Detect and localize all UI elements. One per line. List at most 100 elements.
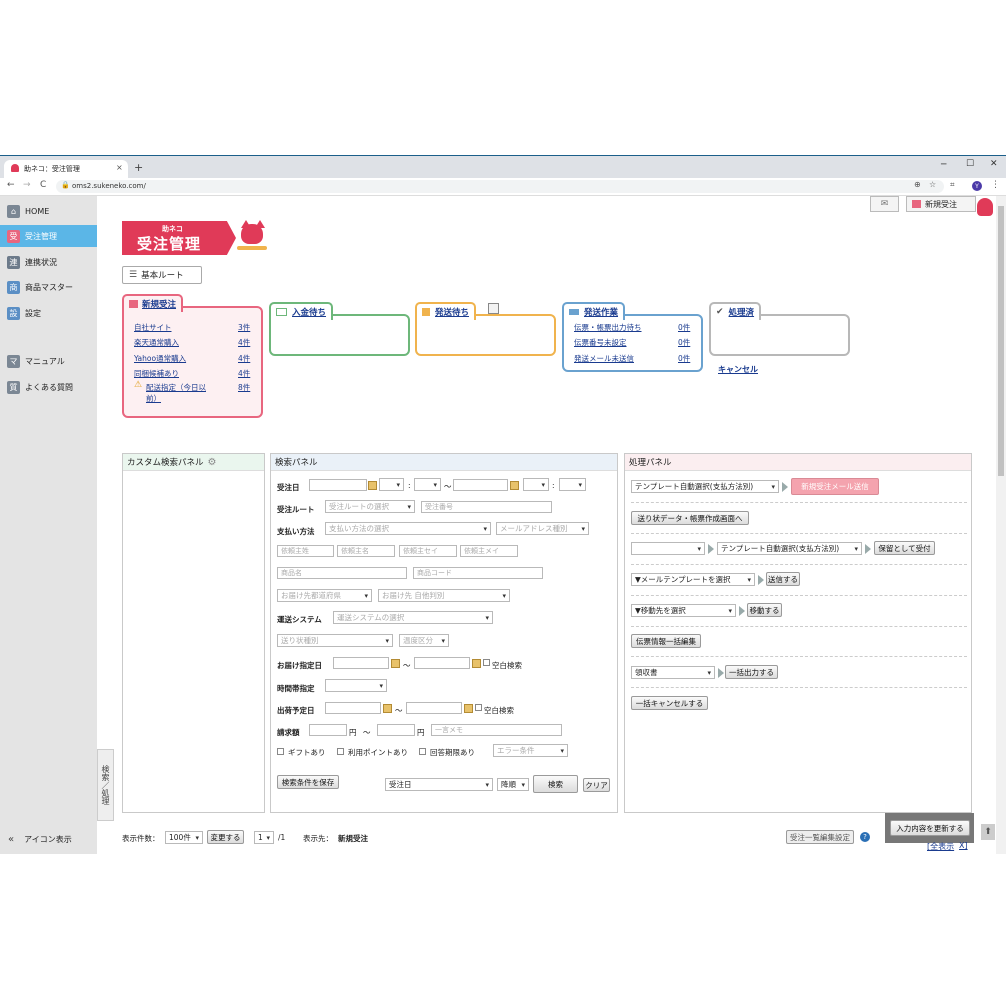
status-select[interactable] — [631, 542, 705, 555]
browser-tab[interactable]: 助ネコ：受注管理 × — [4, 160, 128, 178]
zoom-icon[interactable]: ⊕ — [914, 180, 921, 189]
client-last-kana-input[interactable]: 依頼主セイ — [399, 545, 457, 557]
link-rakuten[interactable]: 楽天通常購入 — [134, 337, 179, 348]
blank-search-checkbox[interactable] — [483, 659, 490, 666]
delivery-date-from[interactable] — [333, 657, 389, 669]
extension-icon[interactable]: ⌗ — [950, 180, 955, 190]
search-button[interactable]: 検索 — [533, 775, 578, 793]
show-all-link[interactable]: [全表示 — [927, 841, 954, 852]
save-condition-button[interactable]: 検索条件を保存 — [277, 775, 339, 789]
page-select[interactable]: 1 — [254, 831, 274, 844]
blank-search-checkbox[interactable] — [475, 704, 482, 711]
count-slip-number-unset[interactable]: 0件 — [678, 337, 690, 348]
bulk-output-button[interactable]: 一括出力する — [725, 665, 778, 679]
sidebar-item-sync[interactable]: 連 連携状況 — [0, 251, 97, 273]
gift-checkbox[interactable] — [277, 748, 284, 755]
client-first-kana-input[interactable]: 依頼主メイ — [460, 545, 518, 557]
count-delivery-today[interactable]: 8件 — [238, 382, 250, 393]
product-code-input[interactable]: 商品コード — [413, 567, 543, 579]
temperature-select[interactable]: 温度区分 — [399, 634, 449, 647]
card-tab-shipping-work[interactable]: 発送作業 — [562, 302, 626, 320]
calendar-icon[interactable] — [472, 659, 481, 668]
link-own-site[interactable]: 自社サイト — [134, 322, 172, 333]
count-select[interactable]: 100件 — [165, 831, 203, 844]
calendar-icon[interactable] — [510, 481, 519, 490]
slip-data-screen-button[interactable]: 送り状データ・帳票作成画面へ — [631, 511, 749, 525]
count-own-site[interactable]: 3件 — [238, 322, 250, 333]
mail-type-select[interactable]: メールアドレス種別 — [496, 522, 589, 535]
amount-from-input[interactable] — [309, 724, 347, 736]
card-title-payment[interactable]: 入金待ち — [292, 306, 326, 318]
count-bundle[interactable]: 4件 — [238, 368, 250, 379]
page-scrollbar[interactable] — [996, 196, 1006, 854]
help-icon[interactable]: ? — [860, 832, 870, 842]
new-order-button[interactable]: 新規受注 — [906, 196, 976, 212]
destination-type-select[interactable]: お届け先 自他判別 — [378, 589, 510, 602]
card-tab-shipping-wait[interactable]: 発送待ち — [415, 302, 477, 320]
card-tab-done[interactable]: ✔ 処理済 — [709, 302, 762, 320]
ship-date-from[interactable] — [325, 702, 381, 714]
new-tab-button[interactable]: + — [134, 161, 143, 174]
order-minute-from[interactable] — [414, 478, 441, 491]
route-selector-button[interactable]: ☰ 基本ルート — [122, 266, 202, 284]
scrollbar-thumb[interactable] — [998, 206, 1004, 476]
card-tab-payment[interactable]: 入金待ち — [269, 302, 334, 320]
memo-input[interactable]: 一言メモ — [431, 724, 562, 736]
tab-close-icon[interactable]: × — [116, 163, 123, 172]
gear-icon[interactable]: ⚙ — [208, 457, 217, 468]
link-slip-output-wait[interactable]: 伝票・帳票出力待ち — [574, 322, 642, 333]
mail-template-select[interactable]: ▼メールテンプレートを選択 — [631, 573, 755, 586]
bookmark-star-icon[interactable]: ☆ — [929, 180, 936, 189]
hold-accept-button[interactable]: 保留として受付 — [874, 541, 935, 555]
link-mail-unsent[interactable]: 発送メール未送信 — [574, 353, 634, 364]
receipt-select[interactable]: 領収書 — [631, 666, 715, 679]
ship-date-to[interactable] — [406, 702, 462, 714]
profile-avatar[interactable]: Y — [972, 181, 982, 191]
card-title-new[interactable]: 新規受注 — [142, 298, 176, 310]
slip-type-select[interactable]: 送り状種別 — [277, 634, 393, 647]
order-number-input[interactable]: 受注番号 — [421, 501, 552, 513]
template-auto-select[interactable]: テンプレート自動選択(支払方法別) — [631, 480, 779, 493]
calendar-icon[interactable] — [383, 704, 392, 713]
url-field[interactable]: 🔒 oms2.sukeneko.com/ ⊕ ☆ — [56, 180, 944, 193]
sidebar-collapse[interactable]: « アイコン表示 — [0, 828, 97, 850]
card-tab-new[interactable]: 新規受注 — [122, 294, 184, 312]
order-hour-to[interactable] — [523, 478, 549, 491]
payment-method-select[interactable]: 支払い方法の選択 — [325, 522, 491, 535]
scroll-top-button[interactable]: ⬆ — [981, 824, 995, 840]
sidebar-item-settings[interactable]: 設 設定 — [0, 302, 97, 324]
move-target-select[interactable]: ▼移動先を選択 — [631, 604, 736, 617]
bulk-slip-edit-button[interactable]: 伝票情報一括編集 — [631, 634, 701, 648]
window-close-icon[interactable]: ✕ — [990, 159, 998, 169]
client-last-name-input[interactable]: 依頼主姓 — [277, 545, 334, 557]
sidebar-item-products[interactable]: 商 商品マスター — [0, 276, 97, 298]
link-slip-number-unset[interactable]: 伝票番号未設定 — [574, 337, 627, 348]
sort-order-select[interactable]: 降順 — [497, 778, 529, 791]
count-mail-unsent[interactable]: 0件 — [678, 353, 690, 364]
change-count-button[interactable]: 変更する — [207, 830, 244, 844]
clear-button[interactable]: クリア — [583, 778, 610, 792]
link-yahoo[interactable]: Yahoo通常購入 — [134, 353, 186, 364]
order-hour-from[interactable] — [379, 478, 404, 491]
maximize-icon[interactable]: ☐ — [966, 159, 974, 169]
close-link[interactable]: X] — [959, 841, 968, 850]
calendar-icon[interactable] — [368, 481, 377, 490]
cancel-link[interactable]: キャンセル — [718, 364, 758, 375]
sidebar-item-faq[interactable]: 質 よくある質問 — [0, 376, 97, 398]
link-delivery-today[interactable]: 配送指定（今日以前） — [146, 382, 216, 404]
sort-field-select[interactable]: 受注日 — [385, 778, 493, 791]
error-condition-select[interactable]: エラー条件 — [493, 744, 568, 757]
count-yahoo[interactable]: 4件 — [238, 353, 250, 364]
order-minute-to[interactable] — [559, 478, 586, 491]
client-first-name-input[interactable]: 依頼主名 — [337, 545, 395, 557]
order-date-to[interactable] — [453, 479, 508, 491]
calendar-search-icon[interactable] — [488, 303, 499, 314]
calendar-icon[interactable] — [464, 704, 473, 713]
back-icon[interactable]: ← — [7, 180, 15, 190]
menu-dots-icon[interactable]: ⋮ — [991, 180, 1000, 190]
forward-icon[interactable]: → — [23, 180, 31, 190]
count-slip-output-wait[interactable]: 0件 — [678, 322, 690, 333]
amount-to-input[interactable] — [377, 724, 415, 736]
product-name-input[interactable]: 商品名 — [277, 567, 407, 579]
sidebar-item-home[interactable]: ⌂ HOME — [0, 200, 97, 222]
